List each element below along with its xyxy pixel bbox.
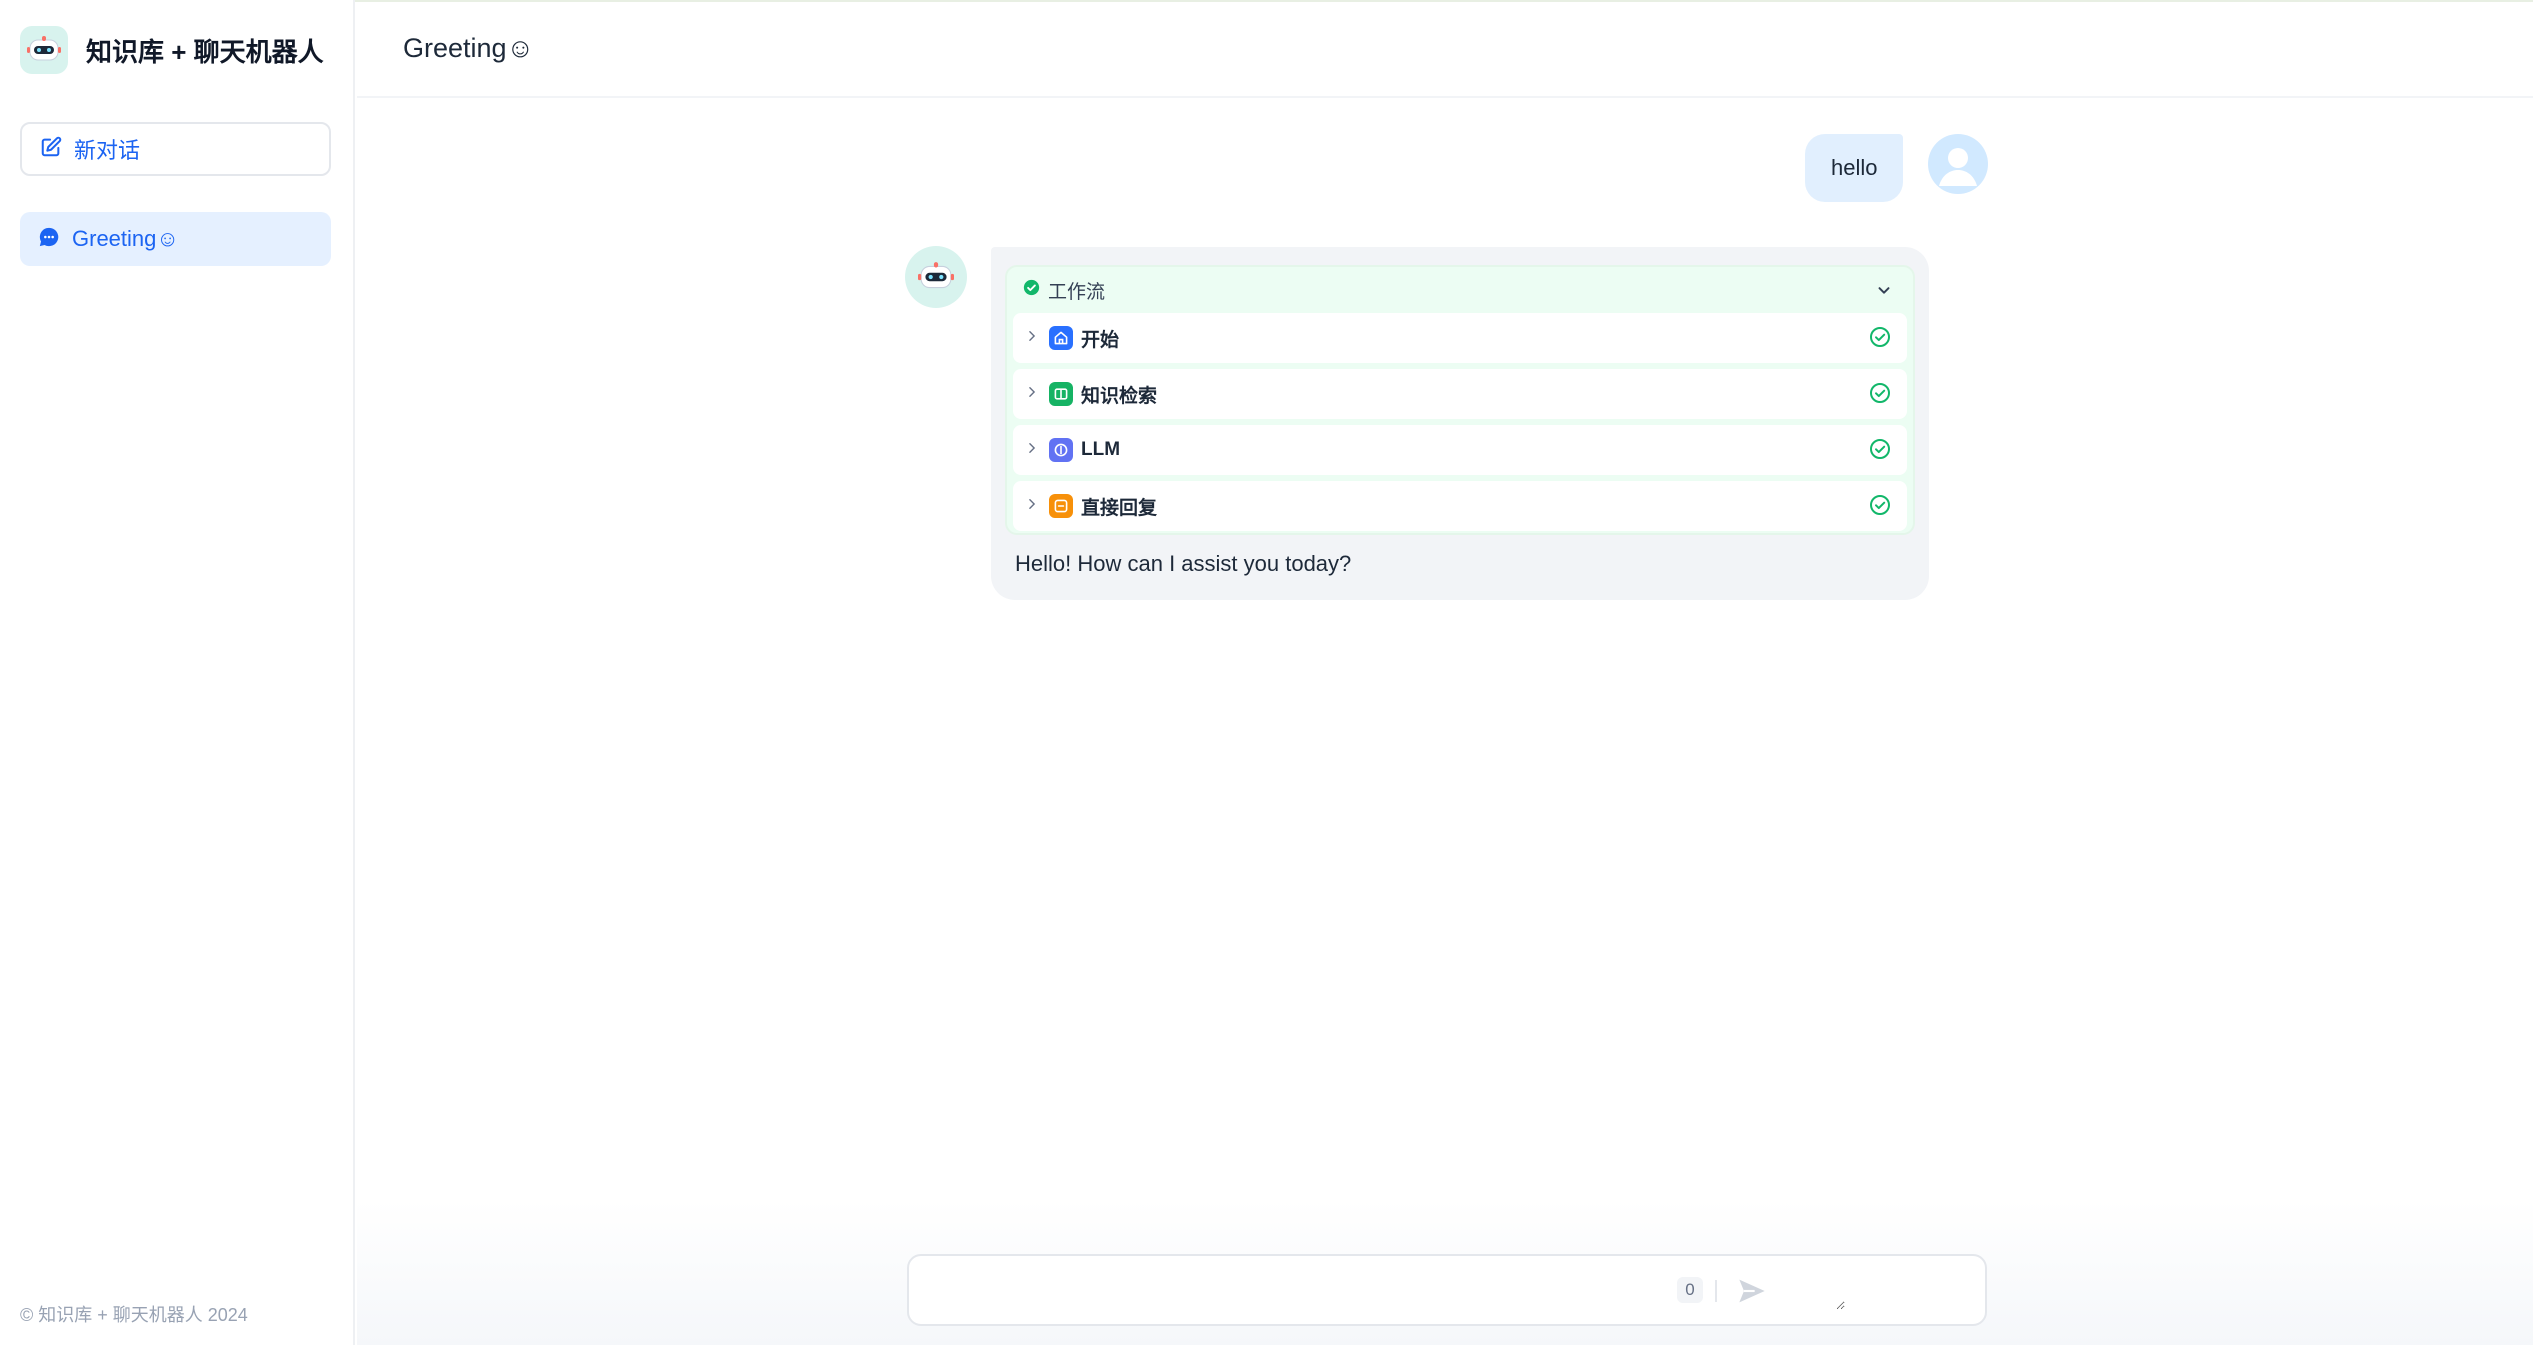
workflow-node-start[interactable]: 开始 xyxy=(1013,313,1907,363)
chevron-down-icon[interactable] xyxy=(1875,281,1893,304)
workflow-header[interactable]: 工作流 xyxy=(1013,267,1907,313)
workflow-node-knowledge-retrieval[interactable]: 知识检索 xyxy=(1013,369,1907,419)
edit-icon xyxy=(40,136,62,163)
workflow-node-label: 知识检索 xyxy=(1081,385,1158,407)
conversation-label: Greeting☺ xyxy=(72,226,179,251)
user-avatar-icon xyxy=(1928,134,1988,194)
llm-icon xyxy=(1049,438,1073,462)
workflow-label: 工作流 xyxy=(1048,281,1106,303)
conversation-item-greeting[interactable]: Greeting☺ xyxy=(20,212,331,266)
input-divider xyxy=(1715,1280,1717,1302)
chevron-right-icon xyxy=(1025,385,1039,404)
chevron-right-icon xyxy=(1025,441,1039,460)
success-check-icon xyxy=(1869,326,1891,353)
copyright-text: © 知识库 + 聊天机器人 2024 xyxy=(20,1305,248,1325)
bot-message-bubble: 工作流 开始 知识检索 LLM 直接回复 Hello! How can I as… xyxy=(991,247,1929,600)
book-icon xyxy=(1049,382,1073,406)
workflow-node-label: LLM xyxy=(1081,439,1121,460)
conversation-title: Greeting☺ xyxy=(403,32,535,63)
sidebar: 知识库 + 聊天机器人 新对话 Greeting☺ © 知识库 + 聊天机器人 … xyxy=(0,0,355,1345)
success-check-icon xyxy=(1869,438,1891,465)
new-chat-label: 新对话 xyxy=(74,138,141,163)
chat-bubble-icon xyxy=(38,226,60,253)
workflow-panel: 工作流 开始 知识检索 LLM 直接回复 xyxy=(1005,265,1915,535)
reply-icon xyxy=(1049,494,1073,518)
workflow-node-label: 开始 xyxy=(1081,329,1120,351)
char-count-badge: 0 xyxy=(1677,1277,1703,1303)
brand: 知识库 + 聊天机器人 xyxy=(20,26,324,74)
success-check-icon xyxy=(1869,494,1891,521)
bot-answer-text: Hello! How can I assist you today? xyxy=(1015,551,1352,576)
home-icon xyxy=(1049,326,1073,350)
user-message-text: hello xyxy=(1831,155,1878,180)
bot-avatar-icon xyxy=(905,246,967,308)
send-icon xyxy=(1739,1279,1765,1303)
workflow-node-label: 直接回复 xyxy=(1081,497,1158,519)
user-message-bubble: hello xyxy=(1805,134,1904,202)
workflow-node-llm[interactable]: LLM xyxy=(1013,425,1907,475)
chat-main: Greeting☺ hello 工作流 开始 知识检索 LLM 直接回复 Hel… xyxy=(357,0,2533,1345)
success-check-icon xyxy=(1869,382,1891,409)
chat-input-box xyxy=(907,1254,1987,1326)
app-title: 知识库 + 聊天机器人 xyxy=(86,36,324,67)
chat-header: Greeting☺ xyxy=(357,0,2533,98)
success-check-icon xyxy=(1023,279,1040,301)
new-chat-button[interactable]: 新对话 xyxy=(20,122,331,176)
workflow-node-direct-reply[interactable]: 直接回复 xyxy=(1013,481,1907,531)
chevron-right-icon xyxy=(1025,497,1039,516)
robot-logo-icon xyxy=(20,26,68,74)
send-button[interactable] xyxy=(1735,1275,1769,1307)
chevron-right-icon xyxy=(1025,329,1039,348)
chat-input[interactable] xyxy=(925,1270,1845,1310)
